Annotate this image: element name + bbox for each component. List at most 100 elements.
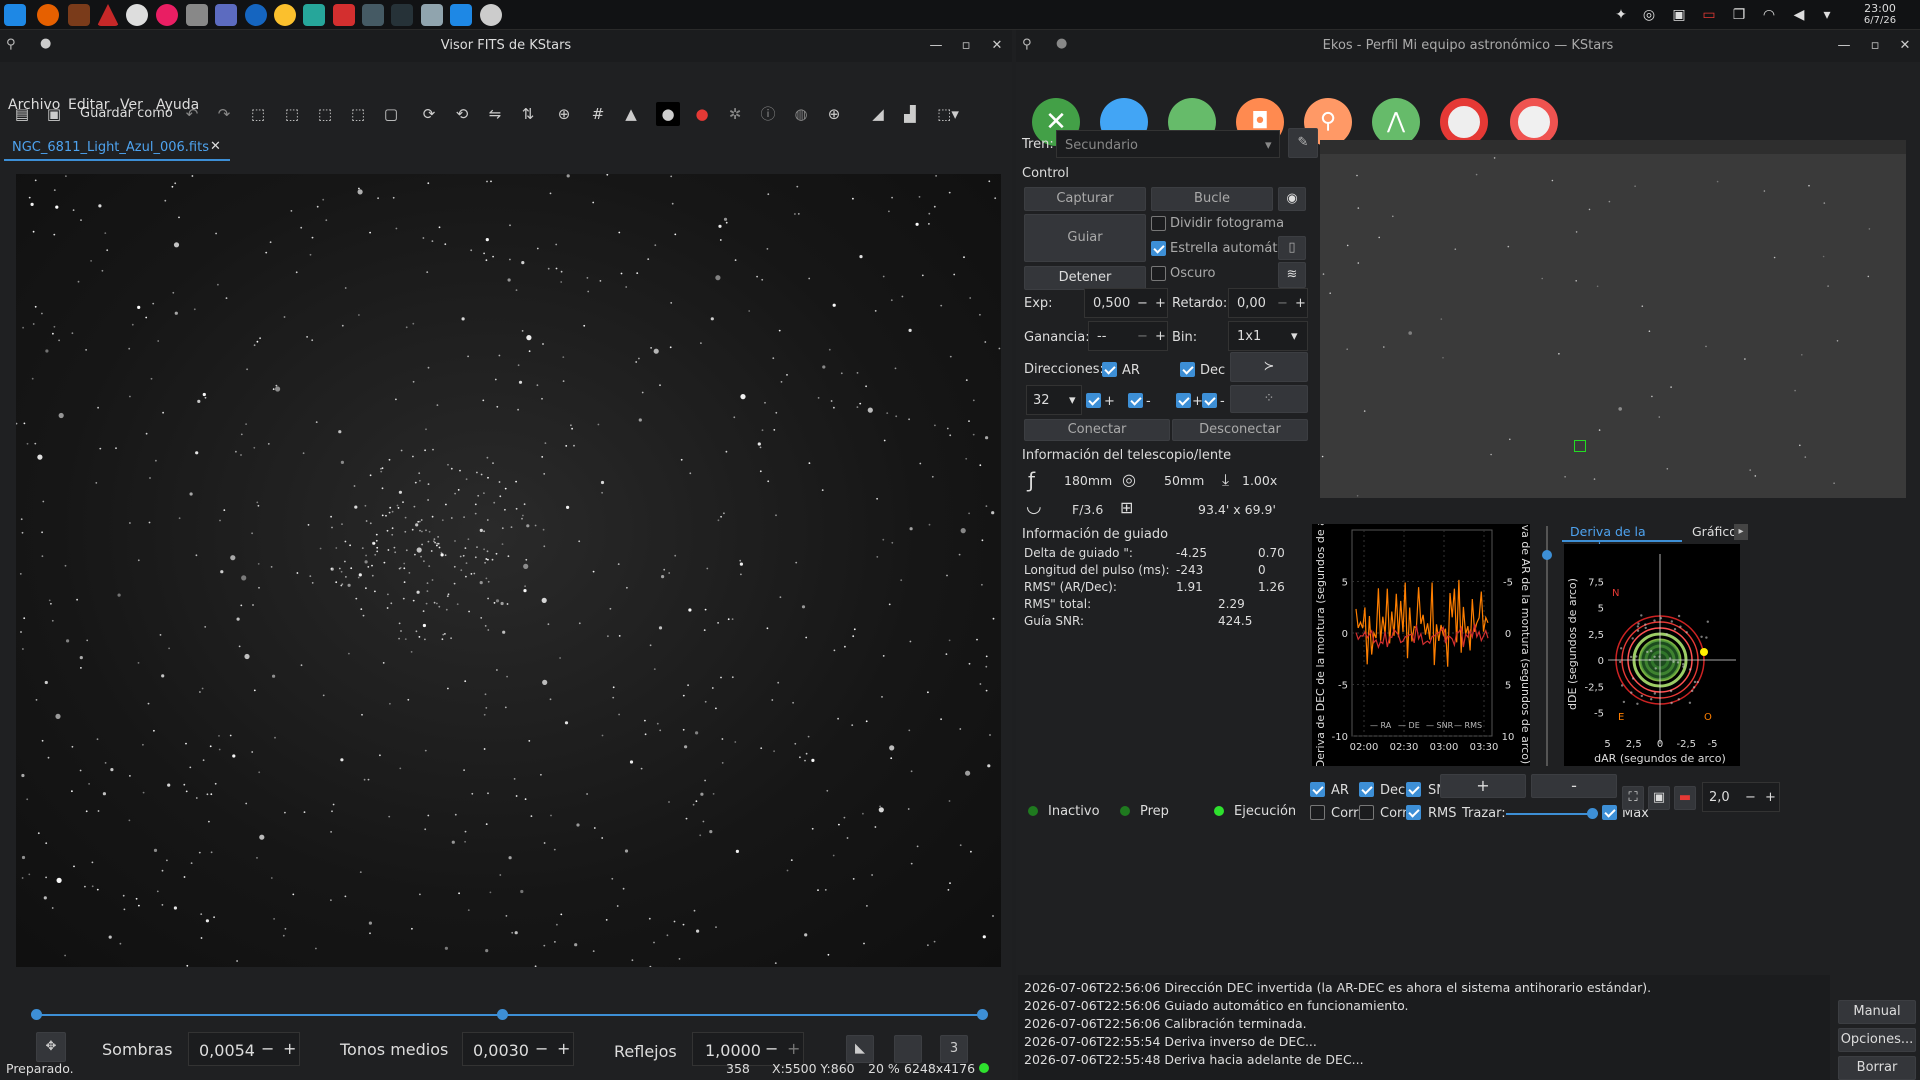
open-icon[interactable]: ▤ [10,102,34,126]
loop-button[interactable]: Bucle [1151,187,1273,211]
rotate-left-icon[interactable]: ⟲ [450,102,474,126]
minus-icon[interactable]: − [1137,296,1148,311]
minus-icon[interactable]: − [1137,329,1148,344]
wifi-icon[interactable]: ◠ [1760,6,1778,24]
app-icon[interactable] [303,4,325,26]
graph-dec-checkbox[interactable] [1359,782,1374,797]
app-icon[interactable] [450,4,472,26]
slider-handle-mid[interactable] [497,1009,508,1020]
maximize-button[interactable]: ▫ [1865,36,1885,56]
latency-slider[interactable] [1546,526,1548,766]
latency-slider-handle[interactable] [1542,550,1552,560]
dark-checkbox[interactable] [1151,266,1166,281]
clear-log-button[interactable]: Borrar [1838,1056,1916,1080]
clock[interactable]: 23:00 6/7/26 [1850,3,1910,27]
close-button[interactable]: ✕ [1895,36,1915,56]
clear-button[interactable]: ▯ [1278,236,1306,260]
export-button[interactable]: ▣ [1648,786,1670,810]
bin-select[interactable]: 1x1 ▾ [1228,321,1308,351]
graph-snr-checkbox[interactable] [1406,782,1421,797]
toggle-view-button[interactable]: ◉ [1278,187,1306,211]
record-icon[interactable]: ● [690,102,714,126]
save-as-button[interactable]: Guardar como [80,106,173,121]
pointer-icon[interactable]: ▲ [619,102,643,126]
plus-icon[interactable]: + [1765,790,1776,805]
dec-minus-checkbox[interactable] [1202,393,1217,408]
autoscale-button[interactable]: ⛶ [1622,786,1644,810]
globe-icon[interactable]: ◍ [789,102,813,126]
drift-graph[interactable]: 5 -5 0 0 -5 5 -10 10 02:00 02:30 03:00 03:30 Deriva … [1312,498,1532,768]
trace-slider[interactable] [1506,813,1596,815]
capture-button[interactable]: Capturar [1024,187,1146,211]
plus-icon[interactable]: + [787,1039,800,1058]
ra-minus-checkbox[interactable] [1128,393,1143,408]
shadows-spinbox[interactable]: 0,0054 − + [188,1032,300,1066]
guide-preview-image[interactable] [1320,140,1906,498]
minus-icon[interactable]: − [1277,296,1288,311]
asi-icon[interactable] [333,4,355,26]
app-launcher-icon[interactable] [4,4,26,26]
zoom-actual-icon[interactable]: ▢ [379,102,403,126]
app-icon[interactable] [97,4,119,26]
autostar-checkbox[interactable] [1151,241,1166,256]
subframe-checkbox[interactable] [1151,216,1166,231]
rotate-right-icon[interactable]: ⟳ [417,102,441,126]
plus-icon[interactable]: + [1295,296,1306,311]
app-icon[interactable] [274,4,296,26]
train-select[interactable]: Secundario ▾ [1056,130,1280,158]
guide-tab-icon[interactable] [1510,98,1558,146]
options-button[interactable]: Opciones... [1838,1028,1916,1052]
max-checkbox[interactable] [1602,805,1617,820]
chevron-down-icon[interactable]: ▾ [1818,6,1836,24]
zoom-fit-icon[interactable]: ⬚ [313,102,337,126]
dither-button[interactable]: ≋ [1278,262,1306,288]
connect-button[interactable]: Conectar [1024,419,1170,441]
drift-button[interactable]: ⁘ [1230,385,1308,413]
plus-icon[interactable]: + [1155,296,1166,311]
stretch-count[interactable]: 3 [940,1035,968,1063]
clipboard-icon[interactable]: ❐ [1730,6,1748,24]
histogram-icon[interactable]: ◢ [866,102,890,126]
app-icon[interactable] [186,4,208,26]
stretch-toggle-button[interactable] [894,1035,922,1063]
star-icon[interactable]: ● [656,102,680,126]
zoom-width-icon[interactable]: ⬚ [346,102,370,126]
log-panel[interactable]: 2026-07-06T22:56:06 Dirección DEC invert… [1018,975,1830,1080]
undo-icon[interactable]: ↶ [180,102,204,126]
info-icon[interactable]: ⓘ [756,102,780,126]
app-icon[interactable] [156,4,178,26]
firefox-icon[interactable] [37,4,59,26]
file-tab[interactable]: NGC_6811_Light_Azul_006.fits ✕ [4,137,230,161]
clear-graph-button[interactable]: ▬ [1674,786,1696,810]
disconnect-button[interactable]: Desconectar [1172,419,1308,441]
zoom-in-icon[interactable]: ⬚ [246,102,270,126]
zoom-in-graph-button[interactable]: + [1440,774,1526,798]
graph-rms-checkbox[interactable] [1406,805,1421,820]
app-icon[interactable] [215,4,237,26]
stretch-slider[interactable] [36,1014,984,1016]
ra-plus-checkbox[interactable] [1086,393,1101,408]
graph-corr1-checkbox[interactable] [1310,805,1325,820]
minus-icon[interactable]: − [765,1039,778,1058]
flip-vertical-icon[interactable]: ⇅ [516,102,540,126]
guide-button[interactable]: Guiar [1024,214,1146,262]
zoom-out-graph-button[interactable]: - [1531,774,1617,798]
app-icon[interactable] [245,4,267,26]
dec-plus-checkbox[interactable] [1176,393,1191,408]
redo-icon[interactable]: ↷ [212,102,236,126]
gain-spinbox[interactable]: -- − + [1088,321,1168,351]
box-size-select[interactable]: 32 ▾ [1026,385,1082,415]
volume-icon[interactable]: ◀ [1790,6,1808,24]
graph-corr2-checkbox[interactable] [1359,805,1374,820]
graph-tab-chart[interactable]: Gráfico [1690,524,1734,542]
plus-icon[interactable]: + [1155,329,1166,344]
select-dropdown-icon[interactable]: ⬚▾ [936,102,960,126]
ra-checkbox[interactable] [1102,362,1117,377]
slider-handle-high[interactable] [977,1009,988,1020]
save-icon[interactable]: ▣ [42,102,66,126]
maximize-button[interactable]: ▫ [956,36,976,56]
plus-icon[interactable]: + [283,1039,296,1058]
sync-icon[interactable]: ◎ [1640,6,1658,24]
display-icon[interactable]: ▭ [1700,6,1718,24]
flip-horizontal-icon[interactable]: ⇋ [483,102,507,126]
